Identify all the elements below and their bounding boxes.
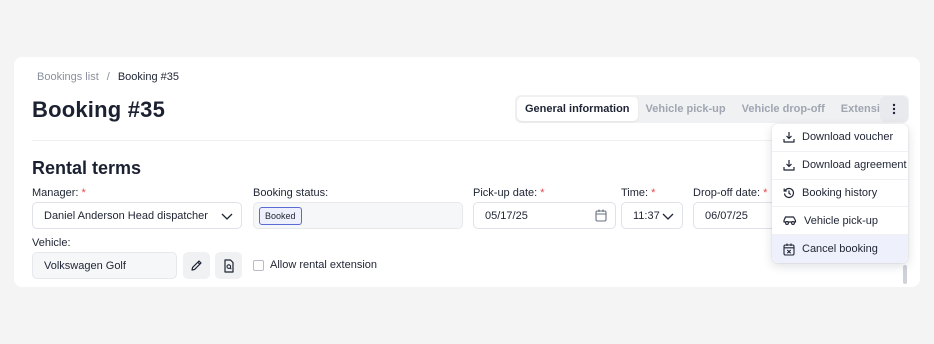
calendar-icon[interactable] <box>595 209 607 222</box>
allow-extension-checkbox[interactable] <box>253 259 264 271</box>
download-icon <box>783 160 795 171</box>
breadcrumb-separator: / <box>106 71 110 83</box>
page-title: Booking #35 <box>32 97 166 122</box>
booking-status-label: Booking status: <box>253 187 329 199</box>
time-value: 11:37 <box>633 209 660 222</box>
download-icon <box>783 132 795 143</box>
chevron-down-icon <box>221 213 233 220</box>
menu-item-cancel-booking[interactable]: Cancel booking <box>772 235 908 263</box>
manager-label: Manager: * <box>32 187 86 199</box>
breadcrumb-bookings-list-link[interactable]: Bookings list <box>37 71 99 83</box>
dropoff-date-label: Drop-off date: * <box>693 187 768 199</box>
allow-extension-label: Allow rental extension <box>270 259 378 271</box>
vehicle-value: Volkswagen Golf <box>44 259 126 272</box>
pickup-date-value: 05/17/25 <box>485 209 528 222</box>
vehicle-field: Volkswagen Golf <box>32 252 177 279</box>
time-label: Time: * <box>621 187 656 199</box>
booking-status-field: Booked <box>253 202 463 229</box>
breadcrumb-current: Booking #35 <box>117 71 179 83</box>
edit-vehicle-button[interactable] <box>183 252 210 279</box>
car-icon <box>783 216 797 226</box>
tab-vehicle-drop-off[interactable]: Vehicle drop-off <box>734 97 833 121</box>
document-search-icon <box>223 258 234 273</box>
manager-select[interactable]: Daniel Anderson Head dispatcher <box>32 202 242 229</box>
menu-item-download-agreement[interactable]: Download agreement <box>772 152 908 180</box>
menu-item-booking-history[interactable]: Booking history <box>772 180 908 208</box>
tab-bar: General information Vehicle pick-up Vehi… <box>515 95 910 123</box>
allow-extension-row[interactable]: Allow rental extension <box>253 259 377 271</box>
section-title-rental-terms: Rental terms <box>32 158 142 178</box>
tab-vehicle-pick-up[interactable]: Vehicle pick-up <box>638 97 734 121</box>
time-select[interactable]: 11:37 <box>621 202 683 229</box>
menu-item-download-voucher[interactable]: Download voucher <box>772 124 908 152</box>
actions-dropdown-menu: Download voucher Download agreement Book… <box>772 124 908 263</box>
more-actions-button[interactable] <box>880 96 908 122</box>
view-vehicle-document-button[interactable] <box>215 252 242 279</box>
tab-general-information[interactable]: General information <box>517 97 638 121</box>
pencil-icon <box>191 260 202 271</box>
more-vertical-icon <box>892 103 896 115</box>
pickup-date-label: Pick-up date: * <box>473 187 545 199</box>
header-divider <box>32 140 784 141</box>
menu-item-vehicle-pick-up[interactable]: Vehicle pick-up <box>772 207 908 236</box>
vehicle-label: Vehicle: <box>32 237 71 249</box>
history-icon <box>783 187 795 199</box>
breadcrumb: Bookings list / Booking #35 <box>37 71 179 83</box>
status-badge: Booked <box>259 206 302 225</box>
calendar-x-icon <box>783 243 795 256</box>
dropoff-date-value: 06/07/25 <box>705 209 748 222</box>
scrollbar[interactable] <box>903 265 907 284</box>
chevron-down-icon <box>662 213 674 220</box>
pickup-date-input[interactable]: 05/17/25 <box>473 202 616 229</box>
manager-value: Daniel Anderson Head dispatcher <box>44 209 208 222</box>
